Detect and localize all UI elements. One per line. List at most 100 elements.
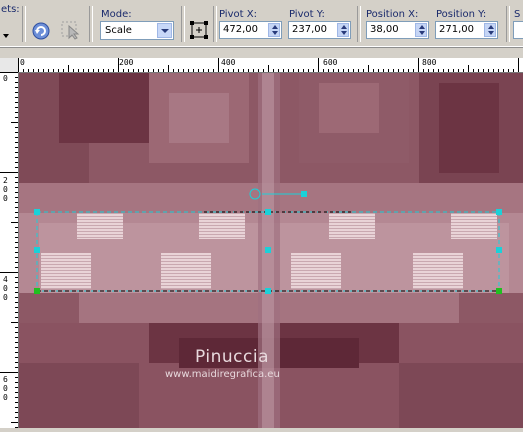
reset-button[interactable]: [60, 20, 80, 40]
ruler-top-label: 800: [422, 58, 437, 67]
ruler-tick: [193, 69, 194, 72]
ruler-tick: [11, 122, 18, 123]
ruler-tick: [488, 69, 489, 72]
ruler-tick: [208, 69, 209, 72]
ruler-tick: [15, 242, 18, 243]
ruler-tick: [15, 112, 18, 113]
ruler-left-label: 0: [3, 284, 8, 293]
ruler-left[interactable]: 0 2 0 0 4 0 0 6 0 0: [0, 72, 19, 428]
pivot-x-field[interactable]: 472,00: [219, 21, 282, 39]
toolbar-separator: [506, 6, 510, 42]
ruler-tick: [258, 69, 259, 72]
ruler-tick: [183, 69, 184, 72]
ruler-tick: [353, 69, 354, 72]
ruler-tick: [398, 69, 399, 72]
ruler-tick: [173, 69, 174, 72]
spinner-arrows-icon[interactable]: [268, 23, 280, 37]
horizontal-scrollbar[interactable]: [0, 428, 523, 432]
apply-button[interactable]: [32, 22, 50, 40]
ruler-tick: [73, 69, 74, 72]
ruler-tick: [313, 69, 314, 72]
presets-dropdown[interactable]: [0, 26, 12, 38]
ruler-tick: [15, 102, 18, 103]
ruler-tick: [438, 69, 439, 72]
pivot-x-value: 472,00: [223, 24, 258, 35]
ruler-tick: [138, 69, 139, 72]
spinner-arrows-icon[interactable]: [415, 23, 427, 37]
position-y-field[interactable]: 271,00: [435, 21, 498, 39]
ruler-tick: [243, 69, 244, 72]
ruler-tick: [15, 92, 18, 93]
ruler-tick: [428, 69, 429, 72]
ruler-tick: [383, 69, 384, 72]
ruler-tick: [15, 232, 18, 233]
chevron-down-icon: [157, 23, 172, 38]
mode-select[interactable]: Scale: [100, 21, 174, 40]
crosshair-box-icon: [190, 21, 208, 39]
watermark-url: www.maidiregrafica.eu: [165, 369, 280, 380]
ruler-tick: [263, 69, 264, 72]
spinner-arrows-icon[interactable]: [484, 23, 496, 37]
ruler-tick: [15, 267, 18, 268]
ruler-tick: [478, 69, 479, 72]
ruler-tick: [15, 412, 18, 413]
ruler-top-label: 0: [20, 58, 25, 67]
ruler-tick: [448, 69, 449, 72]
ruler-tick: [168, 65, 169, 72]
watermark-name: Pinuccia: [195, 347, 269, 367]
ruler-top[interactable]: 0 200 400 600 800: [18, 58, 523, 73]
tool-options-toolbar: ets: Mode: Scale Pivot X: 472,00 Pivot Y…: [0, 0, 523, 48]
ruler-tick: [28, 69, 29, 72]
ruler-tick: [15, 327, 18, 328]
ruler-tick: [15, 97, 18, 98]
ruler-tick: [333, 69, 334, 72]
ruler-tick: [15, 82, 18, 83]
position-y-value: 271,00: [439, 24, 474, 35]
ruler-tick: [48, 69, 49, 72]
ruler-tick: [15, 107, 18, 108]
ruler-tick: [348, 69, 349, 72]
toolbar-separator: [22, 6, 26, 42]
ruler-tick: [363, 69, 364, 72]
ruler-tick: [468, 65, 469, 72]
position-x-field[interactable]: 38,00: [366, 21, 429, 39]
ruler-tick: [358, 69, 359, 72]
ruler-tick: [433, 69, 434, 72]
ruler-corner: [0, 58, 18, 73]
ruler-tick: [203, 69, 204, 72]
cut-off-field[interactable]: [513, 21, 523, 39]
ruler-top-label: 400: [221, 58, 236, 67]
ruler-tick: [223, 69, 224, 72]
ruler-tick: [15, 282, 18, 283]
ruler-tick: [15, 307, 18, 308]
ruler-left-label: 4: [3, 275, 8, 284]
ruler-tick: [93, 69, 94, 72]
pivot-button[interactable]: [190, 21, 208, 39]
spinner-arrows-icon[interactable]: [337, 23, 349, 37]
ruler-tick: [15, 312, 18, 313]
toolbar-separator: [357, 6, 361, 42]
ruler-tick: [393, 69, 394, 72]
ruler-left-label: 6: [3, 375, 8, 384]
ruler-tick: [15, 392, 18, 393]
ruler-tick: [15, 387, 18, 388]
ruler-tick: [238, 69, 239, 72]
ruler-tick: [15, 362, 18, 363]
ruler-tick: [113, 69, 114, 72]
pointer-icon: [61, 21, 80, 40]
ruler-tick: [453, 69, 454, 72]
ruler-tick: [473, 69, 474, 72]
ruler-tick: [15, 197, 18, 198]
ruler-tick: [403, 69, 404, 72]
ruler-tick: [158, 69, 159, 72]
ruler-tick: [15, 342, 18, 343]
ruler-tick: [15, 407, 18, 408]
ruler-tick: [163, 69, 164, 72]
pivot-y-field[interactable]: 237,00: [288, 21, 351, 39]
ruler-tick: [15, 147, 18, 148]
ruler-tick: [11, 322, 18, 323]
ruler-tick: [38, 69, 39, 72]
toolbar-separator: [181, 6, 185, 42]
ruler-tick: [15, 367, 18, 368]
ruler-tick: [15, 167, 18, 168]
